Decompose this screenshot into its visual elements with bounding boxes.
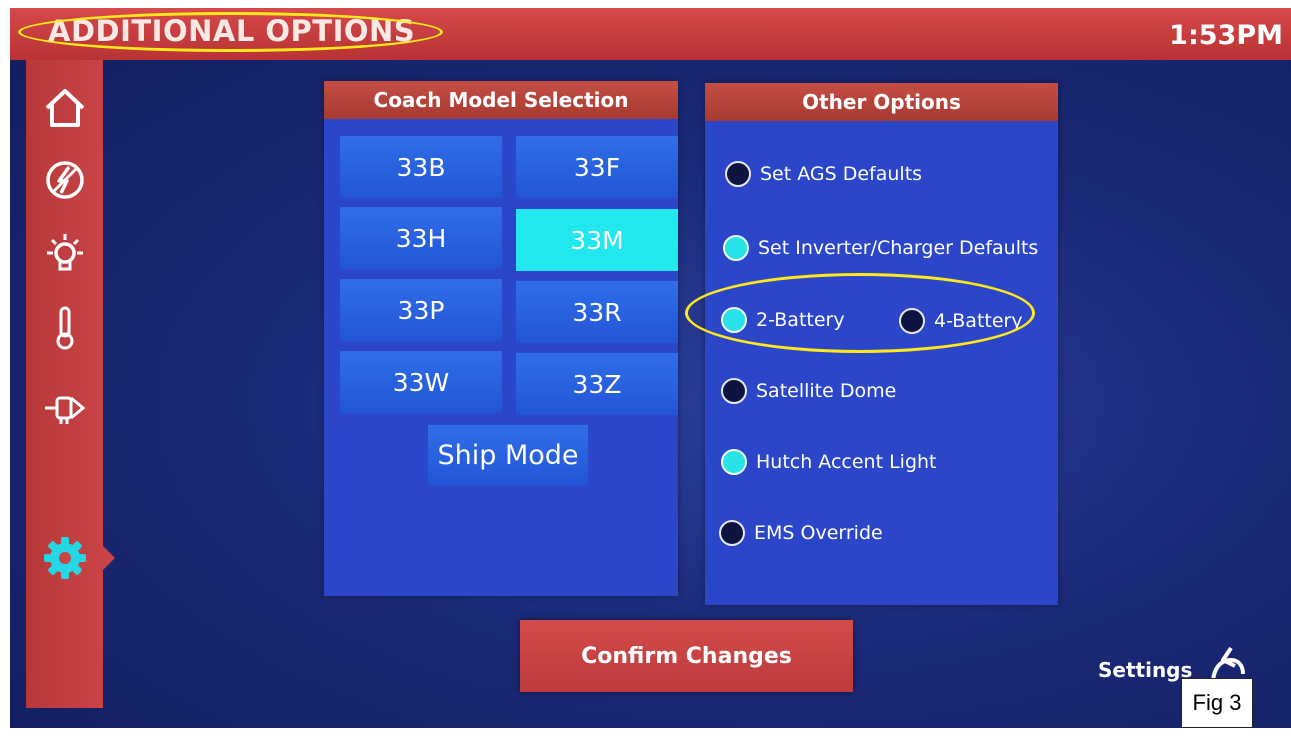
header-bar: ADDITIONAL OPTIONS 1:53PM — [10, 8, 1291, 60]
model-button-33p[interactable]: 33P — [340, 279, 502, 341]
sidebar-item-devices[interactable] — [26, 378, 103, 438]
app-screen: ADDITIONAL OPTIONS 1:53PM Coach Model Se… — [10, 8, 1291, 728]
option-label: Set AGS Defaults — [760, 163, 923, 185]
option-ems-override[interactable]: EMS Override — [719, 520, 883, 546]
option-label: Set Inverter/Charger Defaults — [758, 237, 1039, 259]
home-icon — [45, 89, 84, 127]
sidebar-item-power[interactable] — [26, 150, 103, 210]
radio-button — [721, 449, 747, 475]
sidebar — [26, 60, 115, 708]
gear-icon — [43, 537, 86, 579]
option-label: EMS Override — [754, 522, 883, 544]
sidebar-item-home[interactable] — [26, 78, 103, 138]
model-button-33z[interactable]: 33Z — [516, 353, 678, 415]
active-indicator-arrow — [103, 546, 115, 570]
model-button-33f[interactable]: 33F — [516, 136, 678, 198]
sidebar-item-lights[interactable] — [26, 224, 103, 284]
radio-button — [721, 378, 747, 404]
option-hutch-accent-light[interactable]: Hutch Accent Light — [721, 449, 937, 475]
settings-back-label: Settings — [1098, 658, 1193, 682]
option-label: Hutch Accent Light — [756, 451, 937, 473]
confirm-changes-button[interactable]: Confirm Changes — [520, 620, 853, 692]
sidebar-item-climate[interactable] — [26, 298, 103, 358]
clock: 1:53PM — [1169, 20, 1283, 51]
ship-mode-button[interactable]: Ship Mode — [428, 425, 588, 485]
radio-button — [719, 520, 745, 546]
model-button-33b[interactable]: 33B — [340, 136, 502, 198]
power-icon — [45, 161, 84, 199]
option-set-ags-defaults[interactable]: Set AGS Defaults — [725, 161, 922, 187]
option-satellite-dome[interactable]: Satellite Dome — [721, 378, 896, 404]
option-label: Satellite Dome — [756, 380, 897, 402]
model-button-33m[interactable]: 33M — [516, 209, 678, 271]
thermometer-icon — [56, 306, 73, 350]
model-button-33w[interactable]: 33W — [340, 351, 502, 413]
radio-button — [725, 161, 751, 187]
plug-icon — [44, 396, 85, 424]
other-options-title: Other Options — [705, 83, 1058, 121]
lightbulb-icon — [46, 234, 83, 271]
figure-label: Fig 3 — [1181, 678, 1253, 728]
radio-button — [723, 235, 749, 261]
battery-highlight-ellipse — [685, 273, 1035, 353]
coach-model-title: Coach Model Selection — [324, 81, 678, 119]
model-button-33r[interactable]: 33R — [516, 281, 678, 343]
coach-model-panel: Coach Model Selection 33B 33F 33H 33M 33… — [324, 81, 678, 596]
sidebar-item-settings[interactable] — [26, 528, 103, 588]
option-set-inverter-charger-defaults[interactable]: Set Inverter/Charger Defaults — [723, 235, 1038, 261]
title-highlight-ellipse — [18, 12, 443, 52]
model-button-33h[interactable]: 33H — [340, 207, 502, 269]
